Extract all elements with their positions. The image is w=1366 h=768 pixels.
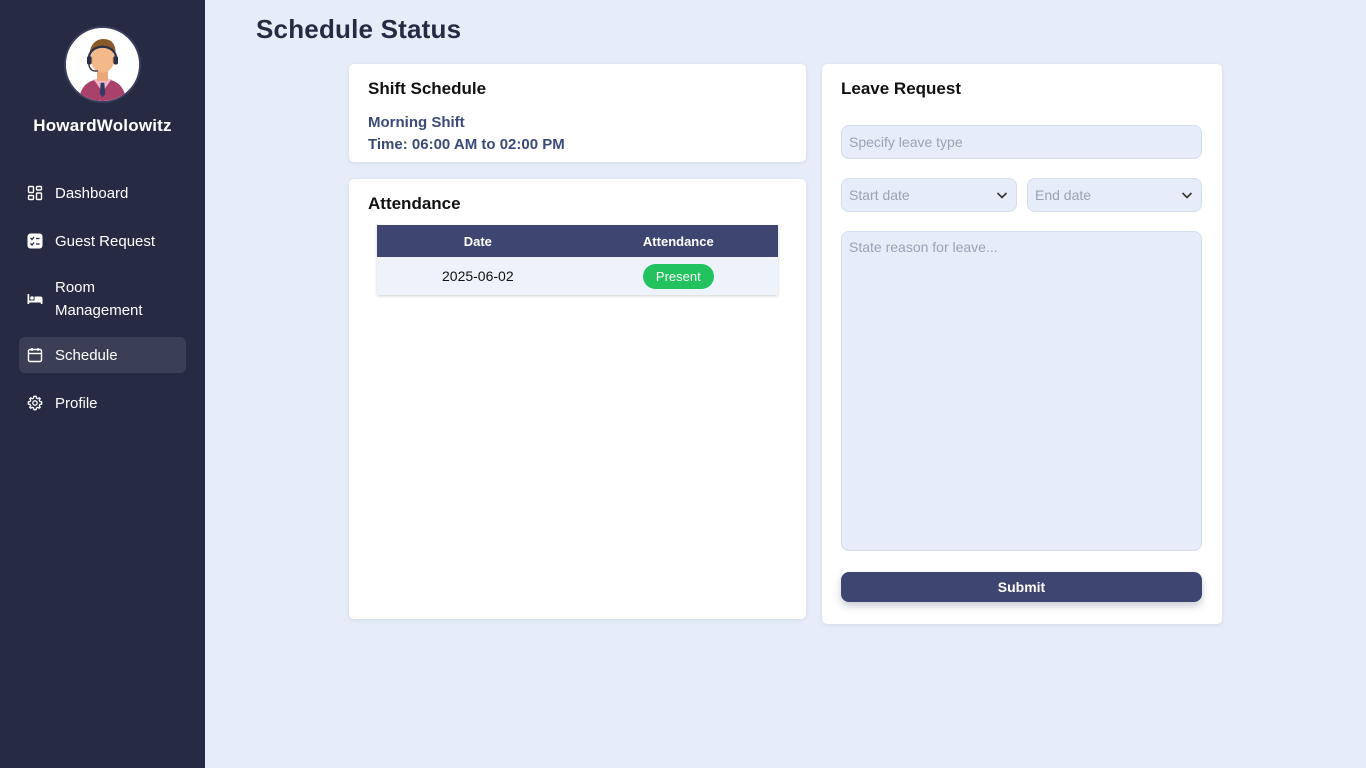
- sidebar-item-dashboard[interactable]: Dashboard: [19, 175, 186, 211]
- status-badge: Present: [642, 263, 714, 289]
- shift-name: Morning Shift: [368, 114, 465, 131]
- attendance-date: 2025-06-02: [377, 257, 579, 295]
- table-row: 2025-06-02 Present: [377, 257, 778, 295]
- checklist-icon: [27, 233, 43, 249]
- column-header-attendance: Attendance: [578, 225, 778, 257]
- sidebar-item-schedule[interactable]: Schedule: [19, 337, 186, 373]
- gear-icon: [27, 395, 43, 411]
- attendance-status-cell: Present: [578, 257, 778, 295]
- table-header-row: Date Attendance: [377, 225, 778, 257]
- chevron-down-icon: [995, 188, 1009, 202]
- page-title: Schedule Status: [256, 14, 462, 44]
- sidebar-item-label: Schedule: [55, 346, 118, 364]
- sidebar-item-room-management[interactable]: Room Management: [19, 271, 186, 327]
- bed-icon: [27, 291, 43, 307]
- leave-reason-textarea[interactable]: State reason for leave...: [841, 231, 1202, 551]
- submit-button[interactable]: Submit: [841, 572, 1202, 602]
- chevron-down-icon: [1180, 188, 1194, 202]
- shift-schedule-card: Shift Schedule Morning Shift Time: 06:00…: [349, 64, 806, 162]
- sidebar-nav: Dashboard Guest Request Room Management …: [19, 175, 186, 433]
- user-avatar-icon: [66, 28, 139, 101]
- sidebar-item-guest-request[interactable]: Guest Request: [19, 223, 186, 259]
- start-date-select[interactable]: Start date: [841, 178, 1017, 212]
- sidebar-item-label: Profile: [55, 394, 98, 412]
- shift-schedule-title: Shift Schedule: [368, 79, 487, 98]
- shift-time: Time: 06:00 AM to 02:00 PM: [368, 136, 565, 153]
- leave-type-input[interactable]: Specify leave type: [841, 125, 1202, 159]
- sidebar-item-profile[interactable]: Profile: [19, 385, 186, 421]
- sidebar: HowardWolowitz Dashboard Guest Request R…: [0, 0, 205, 768]
- leave-reason-placeholder: State reason for leave...: [849, 239, 998, 255]
- sidebar-item-label: Room Management: [55, 279, 143, 319]
- end-date-select[interactable]: End date: [1027, 178, 1202, 212]
- calendar-icon: [27, 347, 43, 363]
- start-date-placeholder: Start date: [849, 187, 910, 203]
- sidebar-item-label: Dashboard: [55, 184, 129, 202]
- column-header-date: Date: [377, 225, 579, 257]
- sidebar-item-label: Guest Request: [55, 232, 156, 250]
- attendance-card: Attendance Date Attendance 2025-06-02 Pr…: [349, 179, 806, 619]
- attendance-title: Attendance: [368, 194, 461, 213]
- username: HowardWolowitz: [33, 116, 172, 135]
- dashboard-icon: [27, 185, 43, 201]
- leave-request-title: Leave Request: [841, 79, 961, 98]
- leave-request-card: Leave Request Specify leave type Start d…: [822, 64, 1222, 624]
- avatar[interactable]: [64, 26, 141, 103]
- end-date-placeholder: End date: [1035, 187, 1092, 203]
- attendance-table: Date Attendance 2025-06-02 Present: [377, 225, 778, 295]
- leave-type-placeholder: Specify leave type: [849, 134, 963, 150]
